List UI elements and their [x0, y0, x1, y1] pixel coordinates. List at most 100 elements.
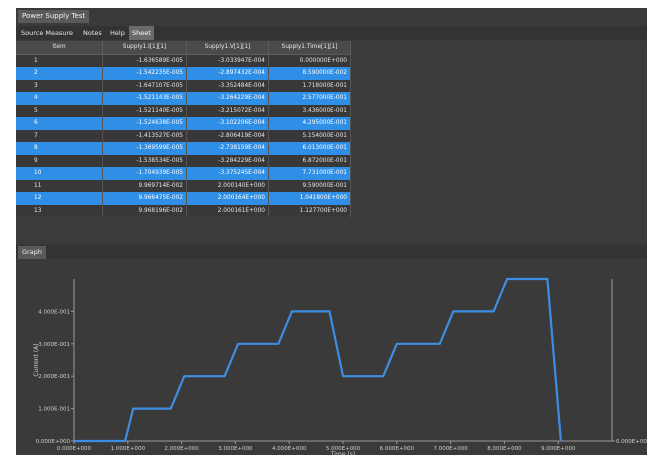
menu-sheet[interactable]: Sheet [129, 26, 154, 40]
cell-current: -1.369599E-005 [102, 142, 187, 155]
cell-item: 10 [16, 167, 103, 180]
cell-current: 9.968196E-002 [102, 204, 187, 217]
cell-item: 5 [16, 104, 103, 117]
x-tick-label: 1.000E+000 [111, 446, 146, 452]
x-tick-label: 0.000E+000 [57, 446, 92, 452]
current-chart: 0.000E+000 1.000E-001 2.000E-001 3.000E-001… [33, 277, 651, 458]
plot-area [74, 279, 612, 441]
y-tick-label: 2.000E-001 [38, 374, 70, 380]
y-tick-label: 4.000E-001 [38, 309, 70, 315]
cell-time: 1.718000E-001 [268, 79, 351, 92]
cell-time: 6.872000E-001 [268, 154, 351, 167]
table-row[interactable]: 6 -1.524638E-005 -3.102206E-004 4.295000E-0… [16, 117, 351, 130]
cell-item: 1 [16, 54, 103, 67]
cell-current: -1.647107E-005 [102, 79, 187, 92]
app-window: Power Supply Test Source Measure Notes H… [16, 8, 651, 458]
cell-current: -1.521140E-005 [102, 104, 187, 117]
cell-item: 7 [16, 129, 103, 142]
menu-help[interactable]: Help [107, 26, 128, 40]
cell-voltage: -3.264229E-004 [186, 92, 269, 105]
y-axis-title: Current (A) [33, 343, 40, 376]
cell-item: 6 [16, 117, 103, 130]
cell-item: 3 [16, 79, 103, 92]
y-tick-label: 1.000E-001 [38, 407, 70, 413]
column-header-item[interactable]: Item [16, 41, 103, 55]
cell-time: 9.590000E-001 [268, 179, 351, 192]
x-tick-label: 9.000E+000 [541, 446, 576, 452]
cell-time: 8.590000E-002 [268, 67, 351, 80]
cell-current: -1.704939E-005 [102, 167, 187, 180]
cell-item: 9 [16, 154, 103, 167]
cell-voltage: -3.033947E-004 [186, 54, 269, 67]
right-tick-label: 0.000E+000 [616, 439, 647, 445]
cell-current: -1.542235E-005 [102, 67, 187, 80]
column-header-time[interactable]: Supply1.Time[1][1] [268, 41, 351, 55]
cell-voltage: -3.352484E-004 [186, 79, 269, 92]
x-tick-label: 4.000E+000 [272, 446, 307, 452]
x-tick-label: 2.000E+000 [164, 446, 199, 452]
cell-time: 1.127700E+000 [268, 204, 351, 217]
graph-tab-bar: Graph [16, 245, 647, 259]
tab-graph[interactable]: Graph [18, 246, 46, 259]
title-bar: Power Supply Test [16, 8, 647, 23]
table-row[interactable]: 5 -1.521140E-005 -3.215072E-004 3.436000E-0… [16, 104, 351, 117]
cell-time: 0.000000E+000 [268, 54, 351, 67]
cell-voltage: 2.000161E+000 [186, 204, 269, 217]
cell-voltage: -3.375245E-004 [186, 167, 269, 180]
cell-current: -1.413527E-005 [102, 129, 187, 142]
cell-time: 1.041800E+000 [268, 192, 351, 205]
cell-time: 4.295000E-001 [268, 117, 351, 130]
cell-voltage: 2.000140E+000 [186, 179, 269, 192]
table-row[interactable]: 4 -1.521143E-005 -3.264229E-004 2.577000E-0… [16, 92, 351, 105]
cell-item: 8 [16, 142, 103, 155]
table-row[interactable]: 2 -1.542235E-005 -2.897432E-004 8.590000E-0… [16, 67, 351, 80]
cell-current: 9.969714E-002 [102, 179, 187, 192]
cell-time: 3.436000E-001 [268, 104, 351, 117]
menu-source-measure[interactable]: Source Measure [18, 26, 76, 40]
cell-voltage: -3.215072E-004 [186, 104, 269, 117]
table-row[interactable]: 12 9.966475E-002 2.000164E+000 1.041800E+00… [16, 192, 351, 205]
window-title-tab[interactable]: Power Supply Test [18, 10, 90, 23]
menu-notes[interactable]: Notes [80, 26, 105, 40]
table-row[interactable]: 11 9.969714E-002 2.000140E+000 9.590000E-00… [16, 179, 351, 192]
x-axis-title: Time (s) [330, 451, 355, 455]
cell-current: -1.636589E-005 [102, 54, 187, 67]
data-sheet[interactable]: Item Supply1.I[1][1] Supply1.V[1][1] Sup… [16, 41, 647, 242]
cell-item: 12 [16, 192, 103, 205]
cell-item: 13 [16, 204, 103, 217]
cell-item: 4 [16, 92, 103, 105]
x-tick-label: 8.000E+000 [487, 446, 522, 452]
cell-voltage: -2.897432E-004 [186, 67, 269, 80]
column-header-voltage[interactable]: Supply1.V[1][1] [186, 41, 269, 55]
y-tick-label: 3.000E-001 [38, 342, 70, 348]
cell-voltage: -3.284229E-004 [186, 154, 269, 167]
table-row[interactable]: 10 -1.704939E-005 -3.375245E-004 7.731000E-… [16, 167, 351, 180]
menu-bar: Source Measure Notes Help Sheet [16, 26, 647, 40]
cell-voltage: 2.000164E+000 [186, 192, 269, 205]
cell-item: 11 [16, 179, 103, 192]
cell-current: -1.521143E-005 [102, 92, 187, 105]
cell-time: 2.577000E-001 [268, 92, 351, 105]
cell-time: 5.154000E-001 [268, 129, 351, 142]
cell-item: 2 [16, 67, 103, 80]
table-row[interactable]: 7 -1.413527E-005 -2.806419E-004 5.154000E-0… [16, 129, 351, 142]
table-row[interactable]: 8 -1.369599E-005 -2.738159E-004 6.013000E-0… [16, 142, 351, 155]
table-row[interactable]: 9 -1.538534E-005 -3.284229E-004 6.872000E-0… [16, 154, 351, 167]
cell-voltage: -2.806419E-004 [186, 129, 269, 142]
column-header-current[interactable]: Supply1.I[1][1] [102, 41, 187, 55]
cell-time: 7.731000E-001 [268, 167, 351, 180]
cell-current: 9.966475E-002 [102, 192, 187, 205]
table-header-row: Item Supply1.I[1][1] Supply1.V[1][1] Sup… [16, 41, 351, 55]
cell-current: -1.538534E-005 [102, 154, 187, 167]
cell-voltage: -3.102206E-004 [186, 117, 269, 130]
table-row[interactable]: 13 9.968196E-002 2.000161E+000 1.127700E+00… [16, 204, 351, 217]
cell-time: 6.013000E-001 [268, 142, 351, 155]
x-tick-label: 7.000E+000 [433, 446, 468, 452]
table-row[interactable]: 1 -1.636589E-005 -3.033947E-004 0.000000E+0… [16, 54, 351, 67]
x-tick-label: 3.000E+000 [218, 446, 253, 452]
table-row[interactable]: 3 -1.647107E-005 -3.352484E-004 1.718000E-0… [16, 79, 351, 92]
x-tick-label: 6.000E+000 [380, 446, 415, 452]
graph-panel: 0.000E+000 1.000E-001 2.000E-001 3.000E-001… [16, 259, 651, 458]
data-table: Item Supply1.I[1][1] Supply1.V[1][1] Sup… [16, 41, 351, 217]
cell-voltage: -2.738159E-004 [186, 142, 269, 155]
